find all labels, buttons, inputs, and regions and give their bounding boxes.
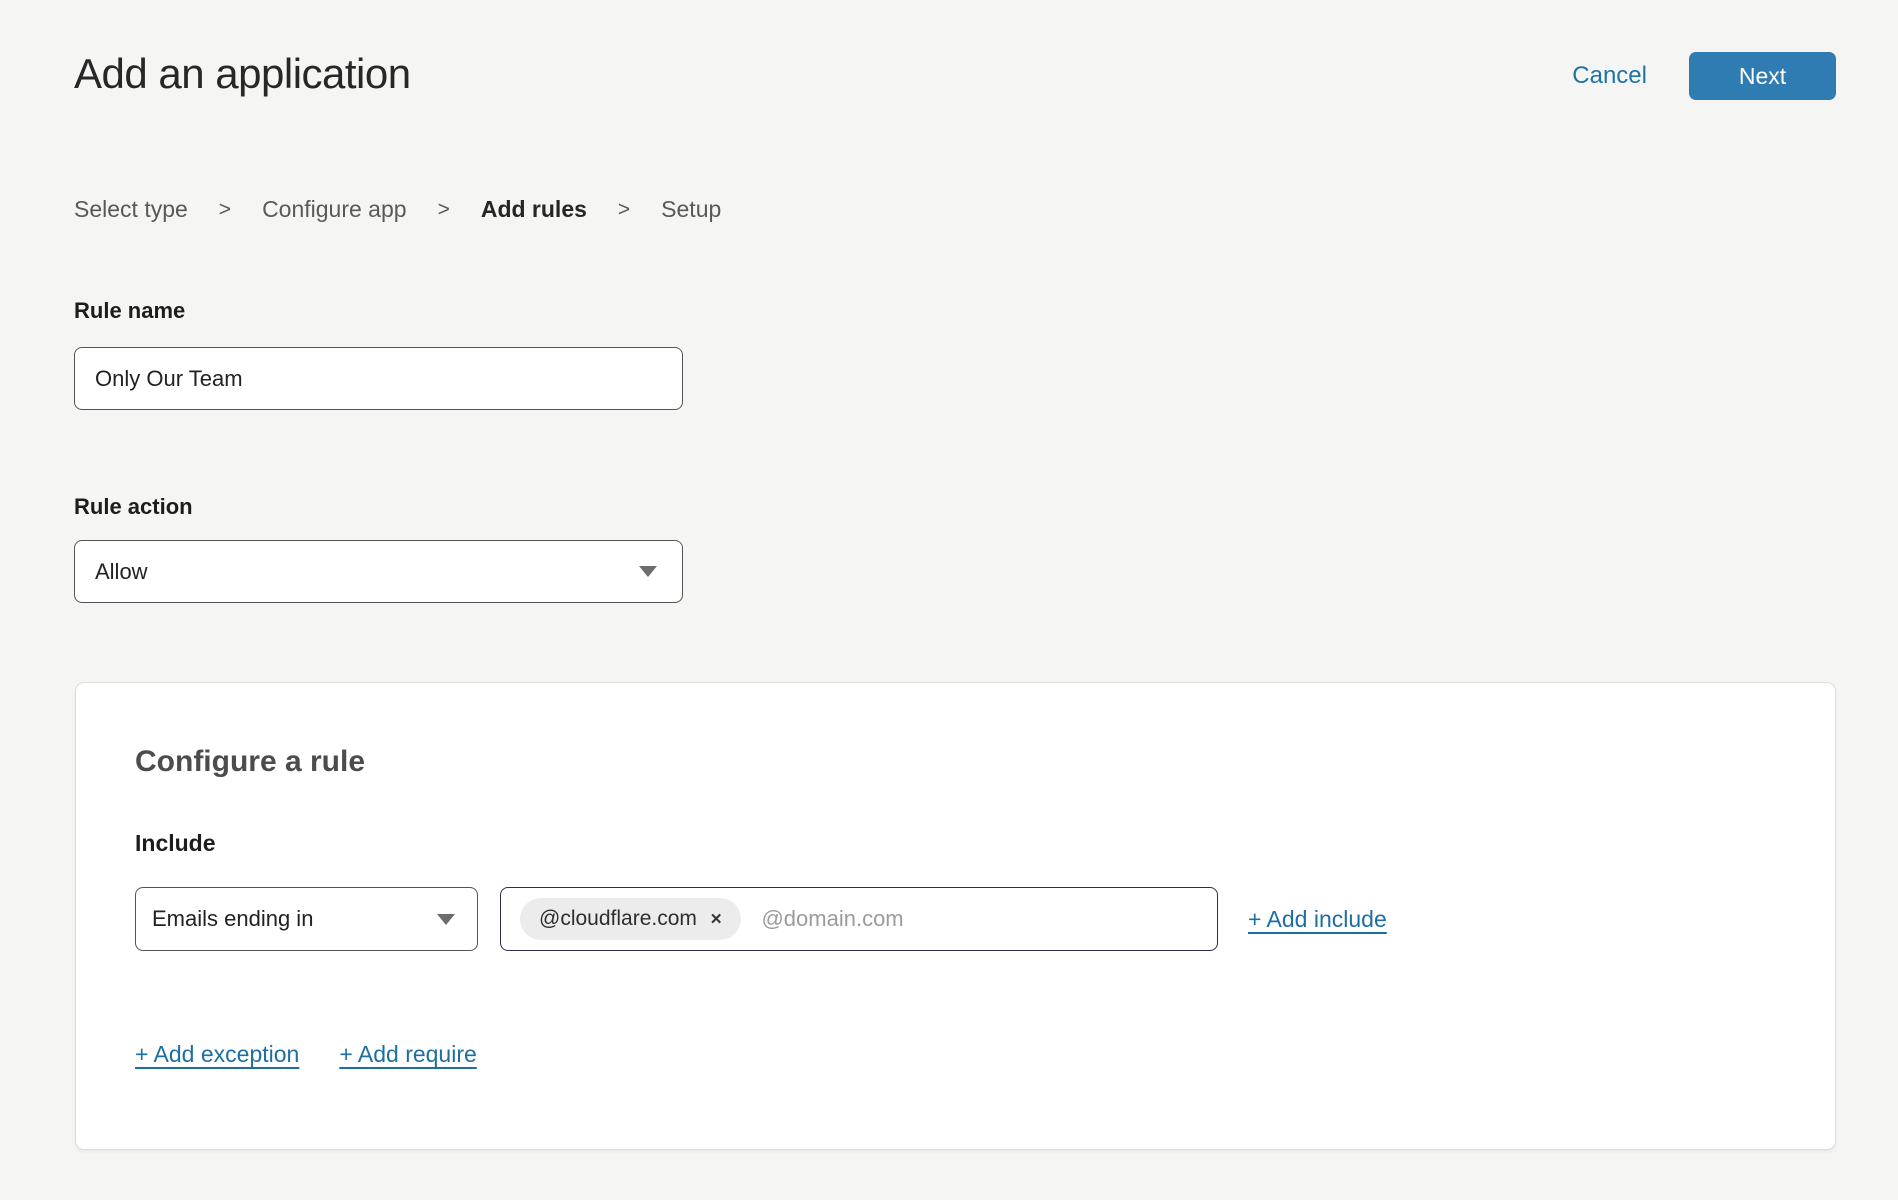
rule-name-input[interactable] [74, 347, 683, 410]
email-domain-chip-label: @cloudflare.com [539, 907, 697, 931]
rule-name-label: Rule name [74, 298, 185, 324]
email-domain-chip: @cloudflare.com ✕ [520, 898, 741, 940]
add-exception-link[interactable]: + Add exception [135, 1041, 299, 1068]
breadcrumb-step-select-type[interactable]: Select type [74, 196, 188, 223]
email-domains-input[interactable]: @cloudflare.com ✕ [500, 887, 1218, 951]
breadcrumb-separator: > [438, 198, 450, 222]
chevron-down-icon [639, 566, 657, 577]
email-domain-text-entry[interactable] [761, 906, 1203, 932]
rule-card-title: Configure a rule [135, 745, 365, 779]
breadcrumb-step-add-rules: Add rules [481, 196, 587, 223]
breadcrumb: Select type > Configure app > Add rules … [74, 196, 721, 223]
header-actions: Cancel Next [1572, 52, 1836, 100]
cancel-button[interactable]: Cancel [1572, 62, 1647, 90]
add-application-page: Add an application Cancel Next Select ty… [0, 0, 1898, 1200]
include-label: Include [135, 830, 216, 857]
breadcrumb-step-configure-app[interactable]: Configure app [262, 196, 407, 223]
chip-remove-icon[interactable]: ✕ [710, 912, 723, 927]
page-title: Add an application [74, 50, 411, 98]
configure-rule-card: Configure a rule Include Emails ending i… [75, 682, 1836, 1150]
breadcrumb-separator: > [219, 198, 231, 222]
breadcrumb-step-setup[interactable]: Setup [661, 196, 721, 223]
add-require-link[interactable]: + Add require [339, 1041, 476, 1068]
include-type-select[interactable]: Emails ending in [135, 887, 478, 951]
include-rule-row: Emails ending in @cloudflare.com ✕ + Add… [135, 887, 1387, 951]
rule-action-selected-value: Allow [95, 559, 148, 585]
chevron-down-icon [437, 914, 455, 925]
rule-extra-links: + Add exception + Add require [135, 1041, 477, 1068]
include-type-selected-value: Emails ending in [152, 906, 313, 932]
add-include-link[interactable]: + Add include [1248, 906, 1387, 933]
rule-action-label: Rule action [74, 494, 193, 520]
breadcrumb-separator: > [618, 198, 630, 222]
rule-action-select[interactable]: Allow [74, 540, 683, 603]
next-button[interactable]: Next [1689, 52, 1836, 100]
